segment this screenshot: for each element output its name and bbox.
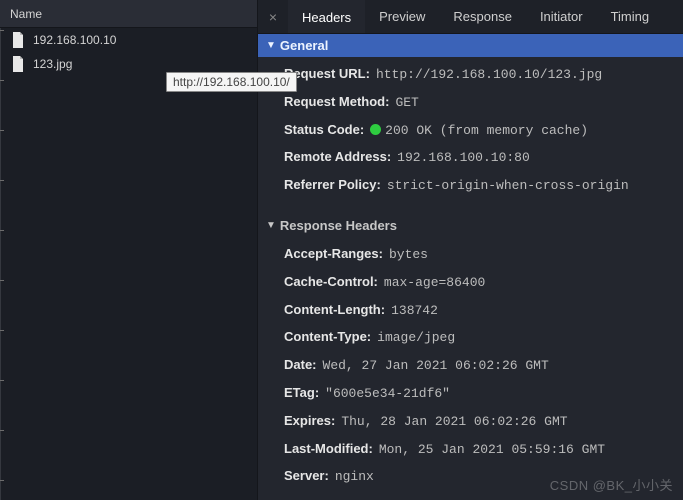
- section-response-headers-toggle[interactable]: ▼ Response Headers: [258, 210, 683, 237]
- row-etag: ETag: "600e5e34-21df6": [258, 380, 683, 408]
- value: nginx: [335, 467, 374, 488]
- row-status-code: Status Code: 200 OK (from memory cache): [258, 117, 683, 145]
- left-column-header-name[interactable]: Name: [0, 0, 257, 28]
- tab-initiator[interactable]: Initiator: [526, 0, 597, 33]
- row-expires: Expires: Thu, 28 Jan 2021 06:02:26 GMT: [258, 408, 683, 436]
- label: Last-Modified:: [284, 439, 373, 460]
- value: bytes: [389, 245, 428, 266]
- chevron-down-icon: ▼: [266, 220, 276, 231]
- label: Referrer Policy:: [284, 175, 381, 196]
- row-request-method: Request Method: GET: [258, 89, 683, 117]
- list-item[interactable]: 192.168.100.10: [1, 28, 257, 52]
- section-general-toggle[interactable]: ▼ General: [258, 34, 683, 57]
- hover-tooltip: http://192.168.100.10/: [166, 72, 297, 92]
- row-remote-address: Remote Address: 192.168.100.10:80: [258, 144, 683, 172]
- tab-preview[interactable]: Preview: [365, 0, 439, 33]
- status-dot-icon: [370, 124, 381, 135]
- section-title: Response Headers: [280, 218, 397, 233]
- row-accept-ranges: Accept-Ranges: bytes: [258, 241, 683, 269]
- row-content-type: Content-Type: image/jpeg: [258, 324, 683, 352]
- value: 138742: [391, 301, 438, 322]
- headers-content: ▼ General Request URL: http://192.168.10…: [258, 34, 683, 500]
- label: Accept-Ranges:: [284, 244, 383, 265]
- value: Wed, 27 Jan 2021 06:02:26 GMT: [323, 356, 549, 377]
- general-list: Request URL: http://192.168.100.10/123.j…: [258, 57, 683, 210]
- value: max-age=86400: [384, 273, 485, 294]
- chevron-down-icon: ▼: [266, 40, 276, 51]
- details-panel: × Headers Preview Response Initiator Tim…: [258, 0, 683, 500]
- row-referrer-policy: Referrer Policy: strict-origin-when-cros…: [258, 172, 683, 200]
- value: 200 OK (from memory cache): [370, 121, 588, 142]
- label: Cache-Control:: [284, 272, 378, 293]
- request-name: 192.168.100.10: [33, 33, 116, 47]
- value: "600e5e34-21df6": [325, 384, 450, 405]
- tab-bar: × Headers Preview Response Initiator Tim…: [258, 0, 683, 34]
- document-icon: [11, 56, 25, 72]
- value: 192.168.100.10:80: [397, 148, 530, 169]
- row-server: Server: nginx: [258, 463, 683, 491]
- row-content-length: Content-Length: 138742: [258, 297, 683, 325]
- value: Mon, 25 Jan 2021 05:59:16 GMT: [379, 440, 605, 461]
- request-name: 123.jpg: [33, 57, 72, 71]
- label: ETag:: [284, 383, 319, 404]
- label: Status Code:: [284, 120, 364, 141]
- tab-timing[interactable]: Timing: [597, 0, 664, 33]
- value: strict-origin-when-cross-origin: [387, 176, 629, 197]
- label: Date:: [284, 355, 317, 376]
- close-panel-button[interactable]: ×: [258, 0, 288, 33]
- section-title: General: [280, 38, 328, 53]
- label: Server:: [284, 466, 329, 487]
- row-cache-control: Cache-Control: max-age=86400: [258, 269, 683, 297]
- label: Remote Address:: [284, 147, 391, 168]
- label: Request Method:: [284, 92, 389, 113]
- tab-response[interactable]: Response: [439, 0, 526, 33]
- value: Thu, 28 Jan 2021 06:02:26 GMT: [341, 412, 567, 433]
- row-request-url: Request URL: http://192.168.100.10/123.j…: [258, 61, 683, 89]
- document-icon: [11, 32, 25, 48]
- value: image/jpeg: [377, 328, 455, 349]
- row-date: Date: Wed, 27 Jan 2021 06:02:26 GMT: [258, 352, 683, 380]
- tab-headers[interactable]: Headers: [288, 0, 365, 33]
- label: Content-Length:: [284, 300, 385, 321]
- label: Content-Type:: [284, 327, 371, 348]
- response-headers-list: Accept-Ranges: bytes Cache-Control: max-…: [258, 237, 683, 500]
- label: Request URL:: [284, 64, 370, 85]
- request-list: 192.168.100.10 123.jpg: [0, 28, 257, 500]
- value: http://192.168.100.10/123.jpg: [376, 65, 602, 86]
- label: Expires:: [284, 411, 335, 432]
- value: GET: [395, 93, 418, 114]
- row-last-modified: Last-Modified: Mon, 25 Jan 2021 05:59:16…: [258, 436, 683, 464]
